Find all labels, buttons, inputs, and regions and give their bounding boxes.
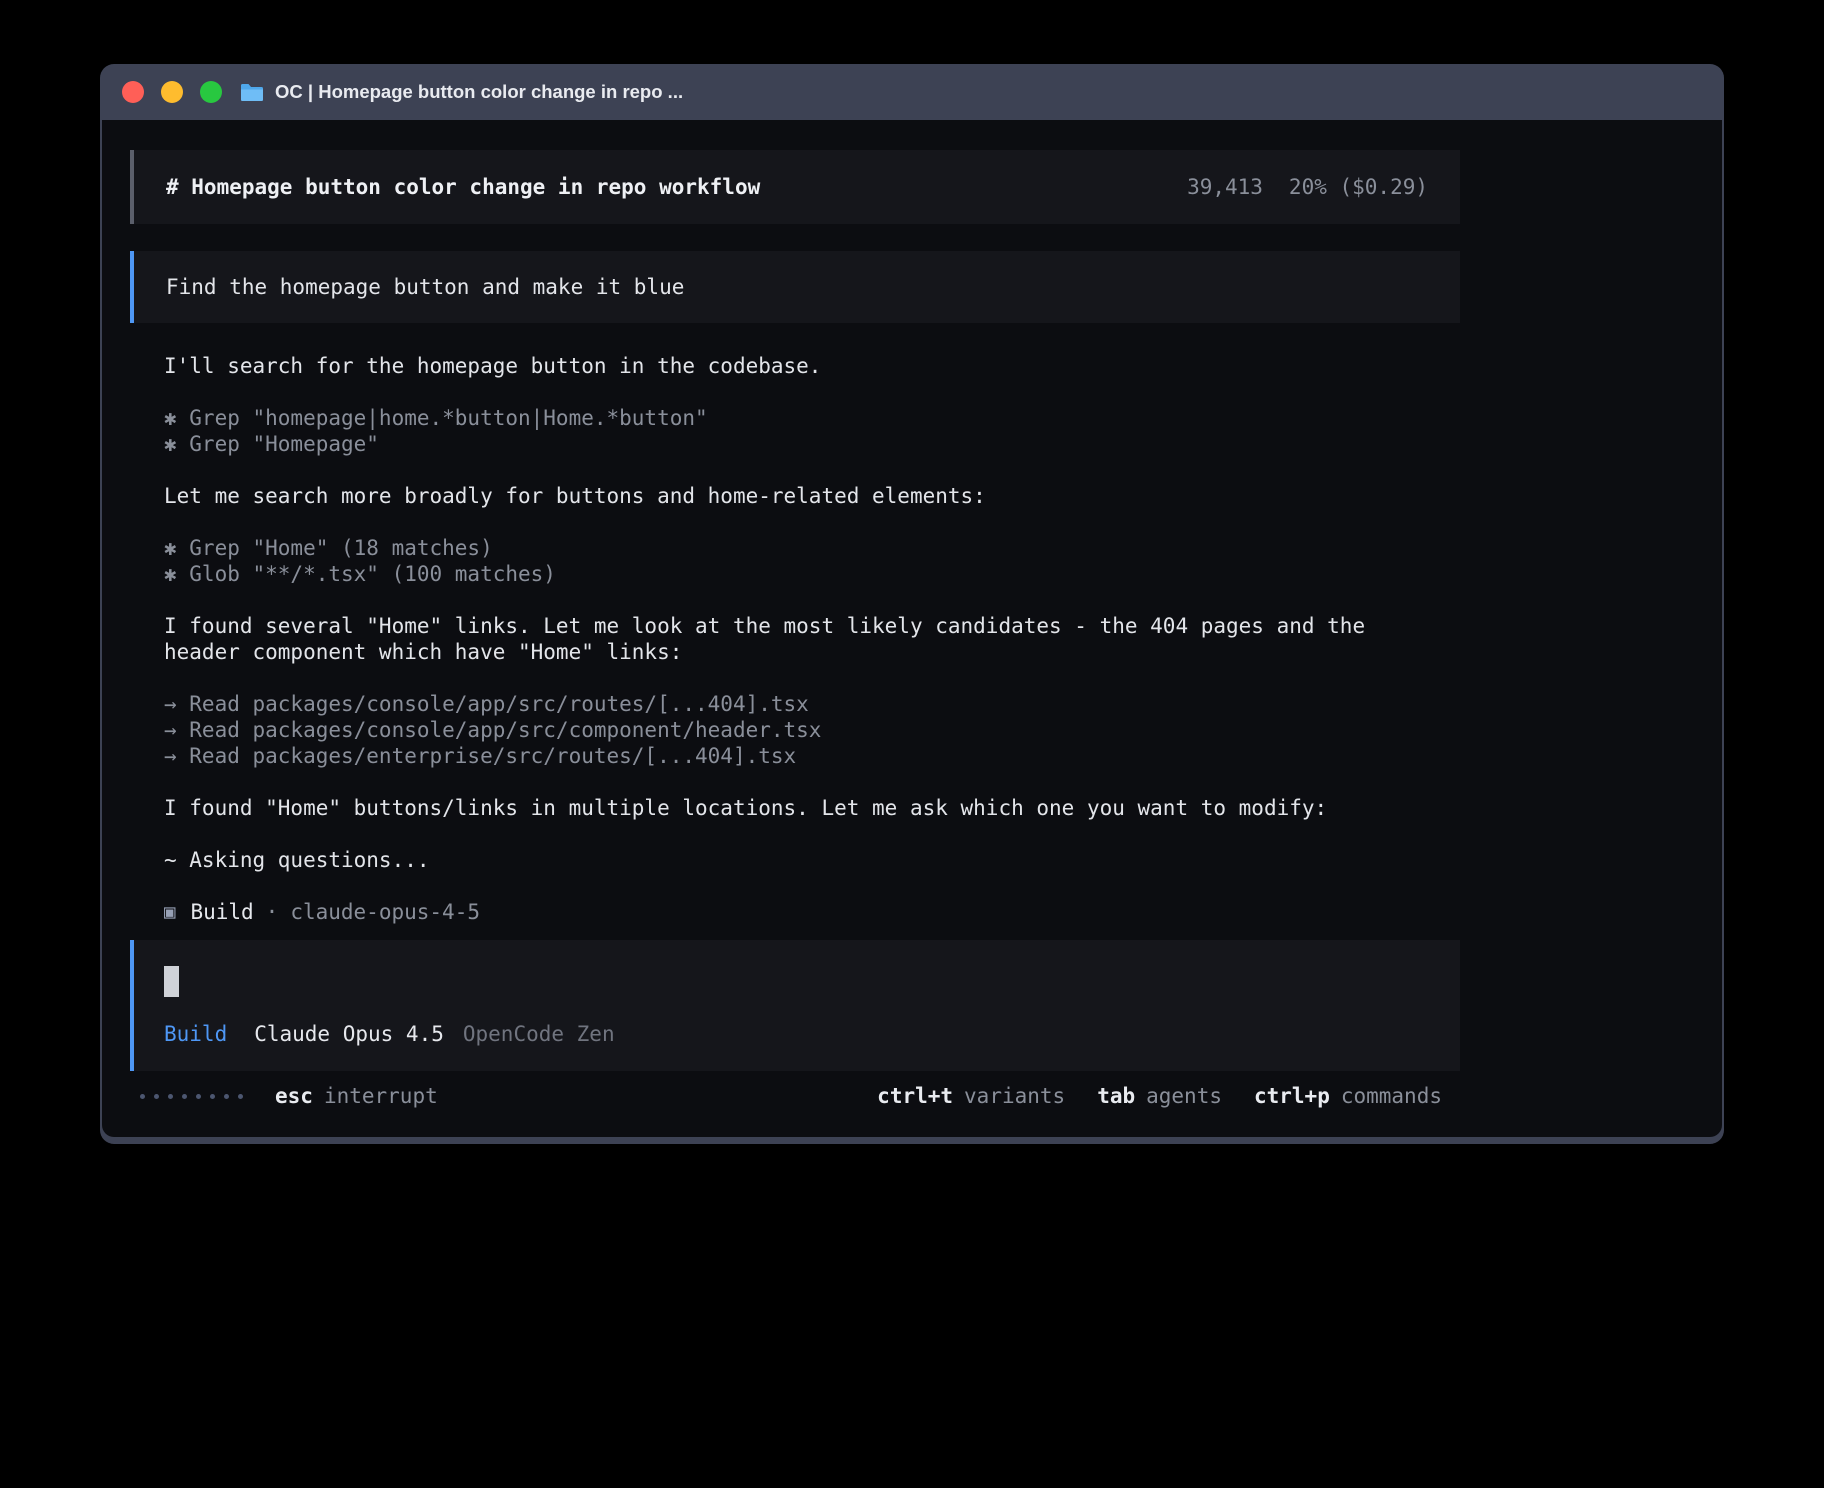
terminal-body: # Homepage button color change in repo w… bbox=[102, 120, 1722, 1137]
user-message-text: Find the homepage button and make it blu… bbox=[166, 275, 684, 299]
assistant-paragraph: I found "Home" buttons/links in multiple… bbox=[164, 795, 1444, 821]
agent-separator: · bbox=[266, 899, 279, 925]
bottom-section: Build Claude Opus 4.5 OpenCode Zen esc i… bbox=[130, 940, 1460, 1137]
input-line[interactable] bbox=[164, 966, 1430, 997]
assistant-paragraph: I'll search for the homepage button in t… bbox=[164, 353, 1444, 379]
status-bar: esc interrupt ctrl+tvariantstabagentsctr… bbox=[140, 1083, 1442, 1109]
window-title-text: OC | Homepage button color change in rep… bbox=[275, 81, 683, 103]
zoom-button[interactable] bbox=[200, 81, 222, 103]
traffic-lights bbox=[122, 64, 222, 120]
assistant-paragraph: ~ Asking questions... bbox=[164, 847, 1444, 873]
spinner-dot bbox=[224, 1094, 229, 1099]
spinner-dot bbox=[238, 1094, 243, 1099]
hint-action: agents bbox=[1146, 1083, 1222, 1109]
spinner-dot bbox=[154, 1094, 159, 1099]
spinner-dot bbox=[210, 1094, 215, 1099]
assistant-text: Let me search more broadly for buttons a… bbox=[164, 483, 1444, 509]
hint-action: variants bbox=[964, 1083, 1065, 1109]
session-stats: 39,413 20% ($0.29) bbox=[1187, 174, 1428, 200]
hint-key: ctrl+p bbox=[1254, 1083, 1330, 1109]
agent-model: claude-opus-4-5 bbox=[290, 899, 480, 925]
spinner-dot bbox=[182, 1094, 187, 1099]
context-usage: 20% ($0.29) bbox=[1289, 174, 1428, 200]
tool-call-group: → Read packages/console/app/src/routes/[… bbox=[164, 691, 1444, 769]
tool-call-line: ✱ Grep "Homepage" bbox=[164, 431, 1444, 457]
keyboard-hint: ctrl+t variants bbox=[877, 1083, 1065, 1109]
agent-icon: ▣ bbox=[164, 899, 175, 925]
tool-call-line: → Read packages/console/app/src/componen… bbox=[164, 717, 1444, 743]
tool-call-group: ✱ Grep "homepage|home.*button|Home.*butt… bbox=[164, 405, 1444, 457]
spinner-dot bbox=[196, 1094, 201, 1099]
tool-call-line: ✱ Grep "Home" (18 matches) bbox=[164, 535, 1444, 561]
status-bar-right: ctrl+t variants tab agents ctrl+p commands bbox=[877, 1083, 1442, 1109]
model-row: Build Claude Opus 4.5 OpenCode Zen bbox=[164, 1021, 1430, 1047]
close-button[interactable] bbox=[122, 81, 144, 103]
agent-mode-label[interactable]: Build bbox=[164, 1021, 227, 1047]
esc-key-hint: esc bbox=[275, 1083, 313, 1109]
assistant-text: I'll search for the homepage button in t… bbox=[164, 353, 1444, 379]
user-message: Find the homepage button and make it blu… bbox=[130, 251, 1460, 323]
session-header: # Homepage button color change in repo w… bbox=[130, 150, 1460, 224]
window-title: OC | Homepage button color change in rep… bbox=[240, 64, 683, 120]
assistant-paragraph: Let me search more broadly for buttons a… bbox=[164, 483, 1444, 509]
spinner-dot bbox=[140, 1094, 145, 1099]
tool-call-line: → Read packages/console/app/src/routes/[… bbox=[164, 691, 1444, 717]
assistant-text: ~ Asking questions... bbox=[164, 847, 1444, 873]
hint-key: ctrl+t bbox=[877, 1083, 953, 1109]
model-name[interactable]: Claude Opus 4.5 bbox=[254, 1021, 444, 1047]
keyboard-hint: ctrl+p commands bbox=[1254, 1083, 1442, 1109]
tool-call-line: → Read packages/enterprise/src/routes/[.… bbox=[164, 743, 1444, 769]
assistant-text: I found "Home" buttons/links in multiple… bbox=[164, 795, 1444, 821]
conversation: I'll search for the homepage button in t… bbox=[164, 353, 1444, 899]
terminal-window: OC | Homepage button color change in rep… bbox=[100, 64, 1724, 1144]
text-cursor bbox=[164, 966, 179, 997]
folder-icon bbox=[240, 83, 264, 102]
assistant-text: I found several "Home" links. Let me loo… bbox=[164, 613, 1444, 665]
hint-action: commands bbox=[1341, 1083, 1442, 1109]
agent-name: Build bbox=[190, 899, 253, 925]
spinner-dots bbox=[140, 1094, 243, 1099]
prompt-input[interactable]: Build Claude Opus 4.5 OpenCode Zen bbox=[130, 940, 1460, 1071]
tool-call-line: ✱ Glob "**/*.tsx" (100 matches) bbox=[164, 561, 1444, 587]
model-provider: OpenCode Zen bbox=[463, 1021, 615, 1047]
status-bar-left: esc interrupt bbox=[140, 1083, 438, 1109]
keyboard-hint: tab agents bbox=[1097, 1083, 1222, 1109]
agent-status-line: ▣ Build · claude-opus-4-5 bbox=[164, 899, 1444, 925]
titlebar[interactable]: OC | Homepage button color change in rep… bbox=[100, 64, 1724, 120]
interrupt-label: interrupt bbox=[324, 1083, 438, 1109]
token-count: 39,413 bbox=[1187, 174, 1263, 200]
minimize-button[interactable] bbox=[161, 81, 183, 103]
tool-call-line: ✱ Grep "homepage|home.*button|Home.*butt… bbox=[164, 405, 1444, 431]
session-title: # Homepage button color change in repo w… bbox=[166, 174, 760, 200]
tool-call-group: ✱ Grep "Home" (18 matches)✱ Glob "**/*.t… bbox=[164, 535, 1444, 587]
spinner-dot bbox=[168, 1094, 173, 1099]
tui-content: # Homepage button color change in repo w… bbox=[130, 120, 1460, 1137]
hint-key: tab bbox=[1097, 1083, 1135, 1109]
assistant-paragraph: I found several "Home" links. Let me loo… bbox=[164, 613, 1444, 665]
